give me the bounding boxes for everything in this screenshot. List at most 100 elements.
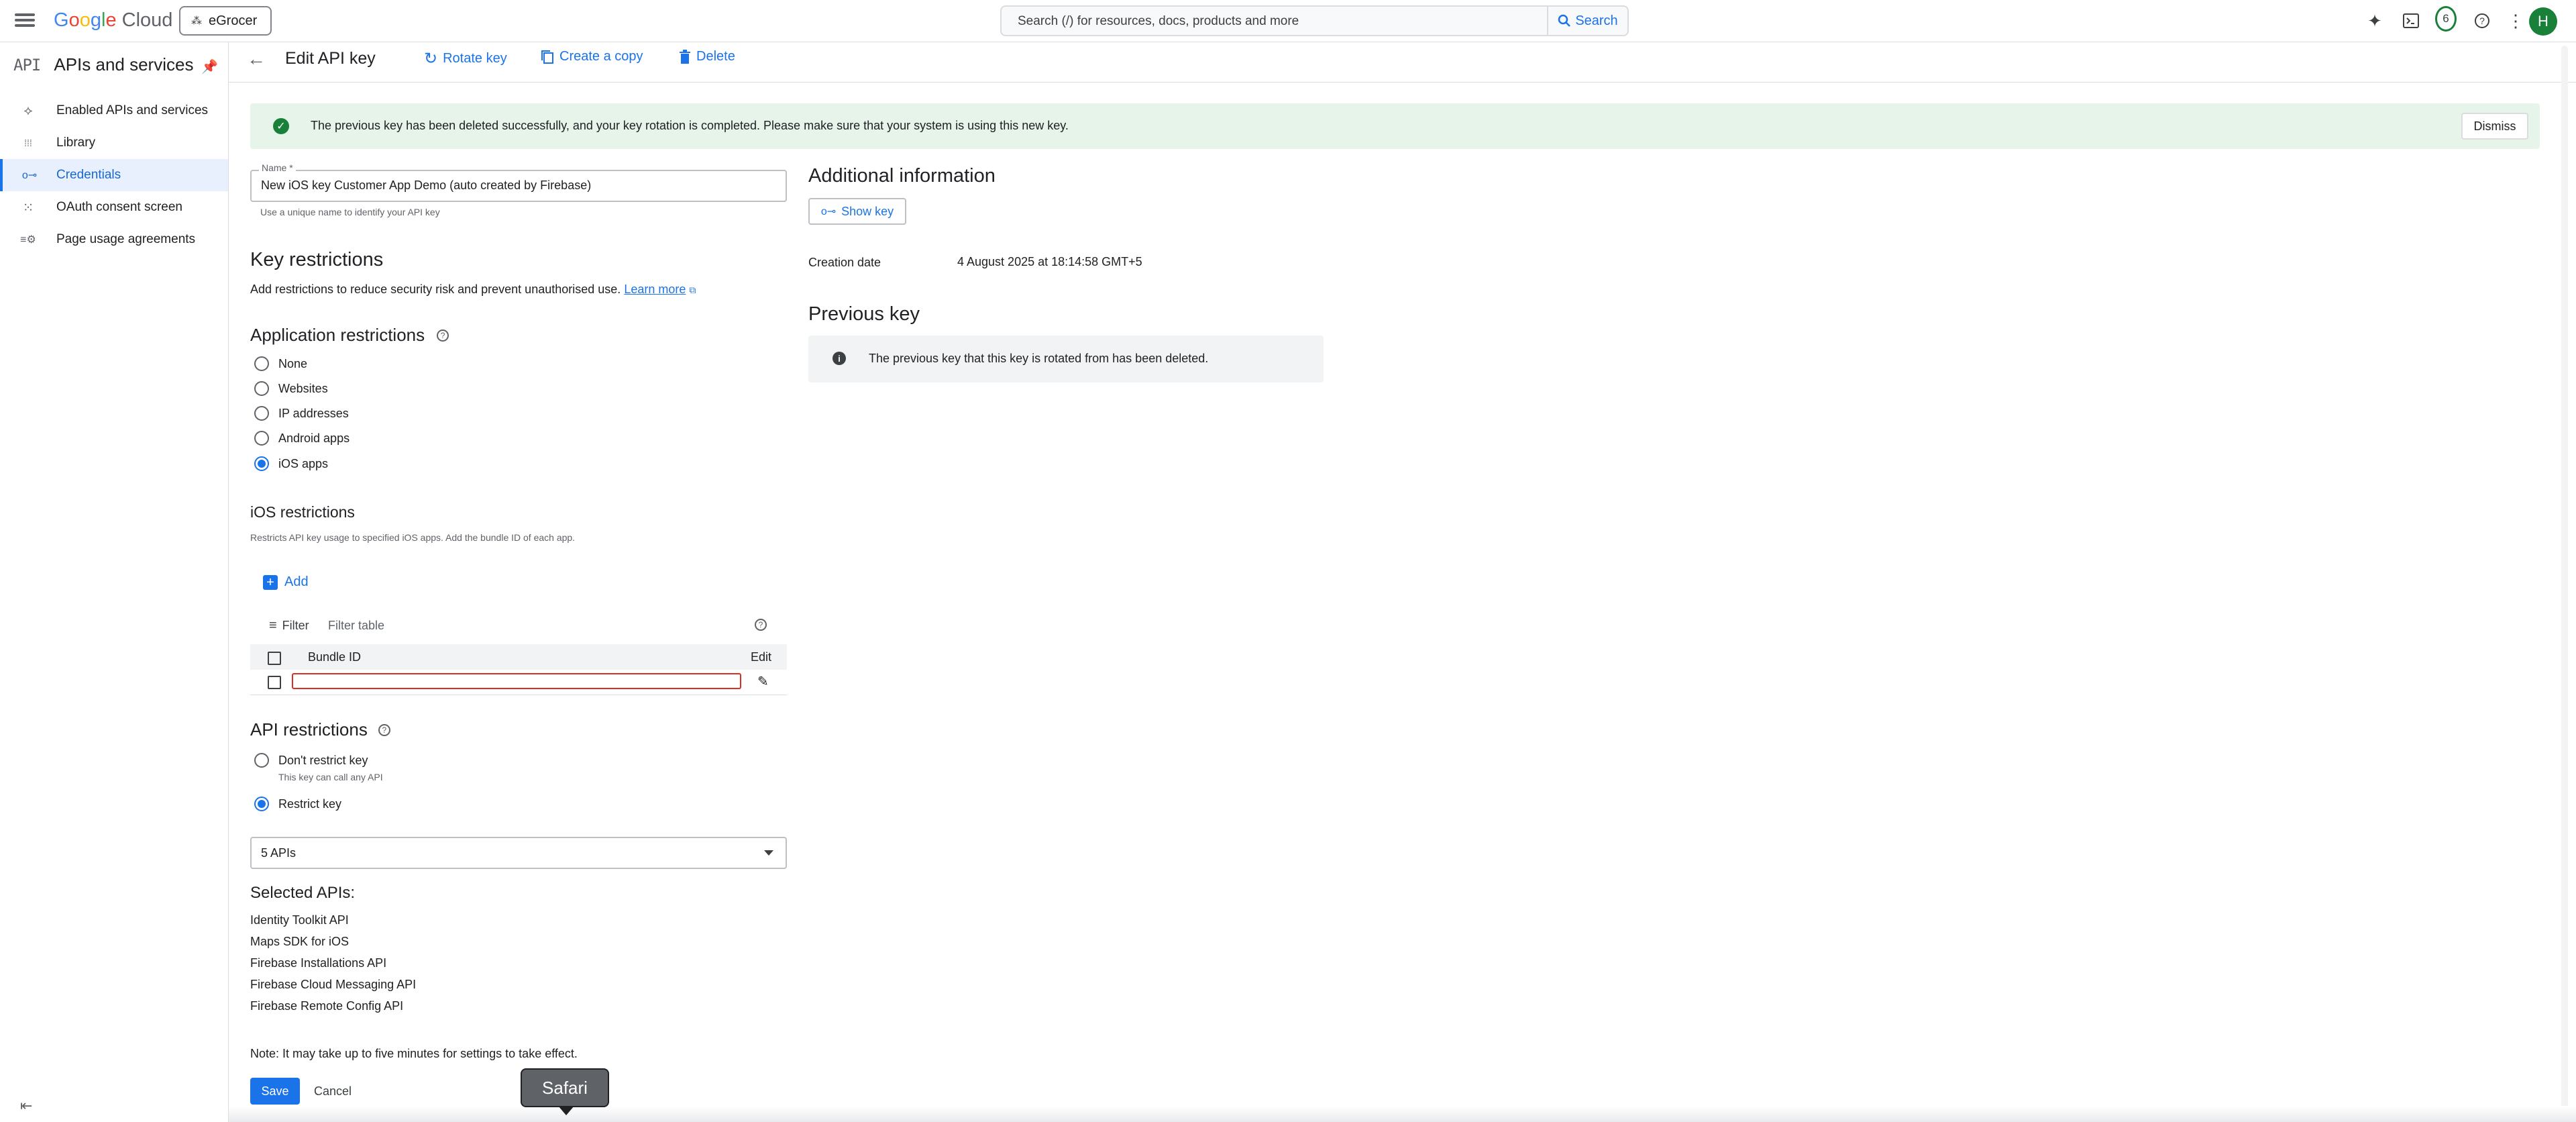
save-button[interactable]: Save	[250, 1078, 300, 1105]
settings-note: Note: It may take up to five minutes for…	[250, 1047, 578, 1060]
project-icon: ⁂	[191, 15, 202, 27]
cancel-button[interactable]: Cancel	[314, 1078, 352, 1105]
help-icon[interactable]: ?	[437, 329, 449, 342]
radio-none[interactable]: None	[254, 356, 307, 371]
selected-api-item: Firebase Cloud Messaging API	[250, 978, 417, 991]
bundle-id-input[interactable]	[292, 673, 741, 689]
radio-websites[interactable]: Websites	[254, 381, 328, 396]
add-label: Add	[284, 574, 309, 589]
sidebar-item-label: Credentials	[56, 168, 121, 182]
sidebar-item-library[interactable]: ⁞⁞⁞ Library	[0, 127, 228, 159]
rotate-key-button[interactable]: ↻ Rotate key	[424, 49, 507, 68]
filter-label: Filter	[282, 619, 309, 632]
learn-more-link[interactable]: Learn more	[624, 283, 686, 296]
project-picker[interactable]: ⁂ eGrocer	[179, 6, 272, 36]
radio-android-apps[interactable]: Android apps	[254, 431, 350, 446]
radio-button[interactable]	[254, 431, 269, 446]
selected-api-item: Identity Toolkit API	[250, 913, 349, 927]
search-icon	[1558, 14, 1571, 27]
help-icon[interactable]: ?	[378, 723, 390, 736]
search-button[interactable]: Search	[1547, 7, 1627, 35]
radio-ip-addresses[interactable]: IP addresses	[254, 406, 349, 421]
radio-button[interactable]	[254, 753, 269, 768]
add-bundle-button[interactable]: + Add	[263, 574, 309, 590]
selected-api-item: Firebase Remote Config API	[250, 999, 404, 1013]
consent-icon: ⁙	[22, 200, 34, 215]
sidebar-item-label: OAuth consent screen	[56, 200, 182, 214]
api-restrictions-heading: API restrictions ?	[250, 719, 390, 740]
radio-label: Don't restrict key	[278, 753, 368, 767]
hub-icon: ⟡	[23, 103, 33, 118]
filter-control[interactable]: ≡ Filter	[269, 618, 309, 633]
sidebar-item-enabled-apis[interactable]: ⟡ Enabled APIs and services	[0, 95, 228, 127]
svg-text:?: ?	[2479, 15, 2485, 26]
radio-label: iOS apps	[278, 456, 329, 470]
radio-button[interactable]	[254, 356, 269, 371]
external-link-icon: ⧉	[689, 285, 696, 295]
radio-button[interactable]	[254, 456, 269, 471]
avatar[interactable]: H	[2529, 7, 2557, 36]
menu-icon[interactable]	[15, 11, 35, 31]
column-help-icon[interactable]: ?	[755, 619, 767, 631]
radio-button[interactable]	[254, 406, 269, 421]
trash-icon	[680, 49, 690, 64]
selected-api-item: Maps SDK for iOS	[250, 935, 350, 948]
dismiss-button[interactable]: Dismiss	[2461, 113, 2528, 140]
show-key-button[interactable]: o⊸ Show key	[808, 198, 906, 225]
key-icon: o⊸	[820, 206, 837, 217]
filter-input[interactable]: Filter table	[328, 619, 384, 633]
radio-button[interactable]	[254, 797, 269, 811]
name-field-label: Name *	[259, 162, 296, 173]
sidebar-item-page-usage[interactable]: ≡⚙ Page usage agreements	[0, 223, 228, 256]
back-arrow-icon[interactable]: ←	[247, 48, 266, 70]
sidebar-header: API APIs and services	[13, 54, 193, 75]
collapse-sidebar-icon[interactable]: ⇤	[20, 1097, 32, 1115]
pin-icon[interactable]: 📌	[201, 58, 218, 75]
additional-info-heading: Additional information	[808, 165, 996, 187]
search-box[interactable]: Search (/) for resources, docs, products…	[1000, 5, 1629, 36]
previous-key-message: The previous key that this key is rotate…	[869, 352, 1209, 365]
edit-column-header: Edit	[751, 650, 772, 664]
selected-api-item: Firebase Installations API	[250, 956, 387, 970]
bundle-id-column-header: Bundle ID	[308, 650, 362, 664]
gemini-icon[interactable]: ✦	[2364, 10, 2385, 32]
dropdown-arrow-icon	[764, 850, 773, 856]
more-vert-icon[interactable]: ⋮	[2505, 10, 2526, 32]
sidebar-item-oauth[interactable]: ⁙ OAuth consent screen	[0, 191, 228, 223]
show-key-label: Show key	[841, 204, 894, 218]
radio-button[interactable]	[254, 381, 269, 396]
dock-shadow	[229, 1106, 2576, 1122]
key-restrictions-heading: Key restrictions	[250, 249, 384, 270]
sidebar-item-credentials[interactable]: o⊸ Credentials	[0, 159, 228, 191]
name-helper-text: Use a unique name to identify your API k…	[260, 207, 440, 217]
edit-pencil-icon[interactable]: ✎	[757, 673, 769, 690]
tooltip-arrow	[558, 1106, 574, 1115]
project-name: eGrocer	[209, 13, 258, 28]
key-restrictions-desc: Add restrictions to reduce security risk…	[250, 283, 696, 297]
radio-label: IP addresses	[278, 406, 349, 420]
google-cloud-logo[interactable]: Google Cloud	[54, 9, 172, 32]
api-select-dropdown[interactable]: 5 APIs	[250, 837, 787, 869]
selected-apis-heading: Selected APIs:	[250, 884, 356, 902]
api-select-value: 5 APIs	[261, 846, 297, 860]
create-copy-button[interactable]: Create a copy	[541, 49, 643, 64]
radio-ios-apps[interactable]: iOS apps	[254, 456, 328, 471]
sidebar-item-label: Enabled APIs and services	[56, 103, 209, 117]
success-banner: ✓ The previous key has been deleted succ…	[250, 103, 2540, 149]
help-icon[interactable]: ?	[2471, 10, 2493, 32]
sidebar: API APIs and services 📌 ⟡ Enabled APIs a…	[0, 42, 229, 1122]
add-icon: +	[263, 574, 278, 590]
name-field[interactable]: New iOS key Customer App Demo (auto crea…	[250, 170, 787, 202]
cloud-shell-icon[interactable]	[2400, 10, 2422, 32]
search-input[interactable]: Search (/) for resources, docs, products…	[1018, 14, 1299, 29]
radio-restrict-key[interactable]: Restrict key	[254, 797, 341, 811]
notifications-badge[interactable]: 6	[2435, 6, 2457, 32]
delete-button[interactable]: Delete	[679, 49, 735, 64]
rotate-icon: ↻	[424, 50, 438, 68]
scrollbar[interactable]	[2561, 46, 2568, 1113]
sidebar-item-label: Library	[56, 136, 96, 150]
select-all-checkbox[interactable]	[268, 652, 281, 665]
top-bar: Google Cloud ⁂ eGrocer Search (/) for re…	[0, 0, 2576, 42]
radio-dont-restrict[interactable]: Don't restrict key	[254, 753, 368, 768]
row-checkbox[interactable]	[268, 676, 281, 689]
